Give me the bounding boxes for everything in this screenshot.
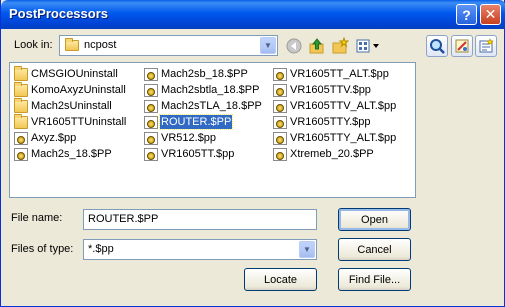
folder-item[interactable]: CMSGIOUninstall xyxy=(14,65,127,82)
file-item[interactable]: ROUTER.$PP xyxy=(144,114,263,130)
item-label: VR1605TTV_ALT.$pp xyxy=(290,100,397,112)
postprocessor-file-icon xyxy=(273,131,287,145)
file-type-dropdown[interactable]: *.$pp ▼ xyxy=(83,239,317,260)
file-item[interactable]: VR1605TT.$pp xyxy=(144,146,263,162)
item-label: VR1605TTV.$pp xyxy=(290,84,371,96)
properties-icon xyxy=(455,39,469,53)
folder-icon xyxy=(14,81,28,97)
options-icon xyxy=(479,38,494,53)
postprocessor-file-icon xyxy=(273,147,287,161)
item-label: VR1605TTUninstall xyxy=(31,116,127,128)
postprocessor-file-icon xyxy=(14,147,28,161)
postprocessor-file-icon xyxy=(144,99,158,113)
item-label: Xtremeb_20.$PP xyxy=(290,148,374,160)
file-item[interactable]: VR512.$pp xyxy=(144,130,263,146)
file-item[interactable]: VR1605TTV_ALT.$pp xyxy=(273,98,397,114)
postprocessor-file-icon xyxy=(144,147,158,161)
item-label: KomoAxyzUninstall xyxy=(31,84,126,96)
file-item[interactable]: VR1605TTY.$pp xyxy=(273,114,397,130)
help-button[interactable]: ? xyxy=(456,4,477,25)
close-icon: ✕ xyxy=(484,6,497,22)
file-type-value: *.$pp xyxy=(88,243,114,255)
postprocessor-file-icon xyxy=(144,83,158,97)
file-column-1: CMSGIOUninstall KomoAxyzUninstall Mach2sUn… xyxy=(14,65,127,162)
postprocessors-dialog: PostProcessors ? ✕ Look in: ncpost ▼ CMS… xyxy=(0,0,505,307)
file-item[interactable]: Mach2sb_18.$PP xyxy=(144,66,263,82)
item-label: VR1605TTY.$pp xyxy=(290,116,371,128)
title-bar[interactable]: PostProcessors ? ✕ xyxy=(1,0,505,29)
back-arrow-icon xyxy=(286,38,302,54)
item-label: Mach2s_18.$PP xyxy=(31,148,112,160)
open-button[interactable]: Open xyxy=(338,208,411,231)
item-label: CMSGIOUninstall xyxy=(31,68,118,80)
up-folder-button[interactable] xyxy=(307,36,327,56)
up-folder-icon xyxy=(309,38,324,54)
new-folder-button[interactable] xyxy=(330,36,350,56)
find-file-button[interactable]: Find File... xyxy=(338,268,411,291)
item-label: Mach2sUninstall xyxy=(31,100,112,112)
folder-icon xyxy=(14,65,28,81)
postprocessor-file-icon xyxy=(14,131,28,145)
file-item[interactable]: Axyz.$pp xyxy=(14,130,127,146)
file-item[interactable]: VR1605TTY_ALT.$pp xyxy=(273,130,397,146)
file-item[interactable]: VR1605TT_ALT.$pp xyxy=(273,66,397,82)
file-item[interactable]: VR1605TTV.$pp xyxy=(273,82,397,98)
file-name-input[interactable]: ROUTER.$PP xyxy=(83,209,317,230)
views-icon xyxy=(356,39,379,53)
postprocessor-file-icon xyxy=(144,67,158,81)
folder-item[interactable]: KomoAxyzUninstall xyxy=(14,81,127,98)
file-name-label: File name: xyxy=(11,212,63,224)
file-column-3: VR1605TT_ALT.$pp VR1605TTV.$pp VR1605TTV_A… xyxy=(273,66,397,162)
options-button[interactable] xyxy=(475,35,497,57)
item-label: VR512.$pp xyxy=(161,132,217,144)
postprocessor-file-icon xyxy=(273,99,287,113)
look-in-dropdown[interactable]: ncpost ▼ xyxy=(59,35,278,56)
file-item[interactable]: Mach2sTLA_18.$PP xyxy=(144,98,263,114)
item-label: ROUTER.$PP xyxy=(158,114,234,130)
folder-icon xyxy=(65,38,79,51)
folder-item[interactable]: VR1605TTUninstall xyxy=(14,113,127,130)
cancel-button[interactable]: Cancel xyxy=(338,238,411,261)
chevron-down-icon[interactable]: ▼ xyxy=(299,241,315,258)
postprocessor-file-icon xyxy=(273,67,287,81)
window-title: PostProcessors xyxy=(9,6,108,21)
item-label: Mach2sbtla_18.$PP xyxy=(161,84,260,96)
item-label: VR1605TTY_ALT.$pp xyxy=(290,132,397,144)
new-folder-icon xyxy=(332,37,349,54)
search-button[interactable] xyxy=(426,35,448,57)
postprocessor-file-icon xyxy=(273,83,287,97)
help-icon: ? xyxy=(462,6,471,23)
folder-icon xyxy=(14,113,28,129)
file-item[interactable]: Mach2s_18.$PP xyxy=(14,146,127,162)
search-icon xyxy=(430,39,445,54)
close-button[interactable]: ✕ xyxy=(480,4,501,25)
file-name-value: ROUTER.$PP xyxy=(88,213,159,225)
properties-button[interactable] xyxy=(451,35,473,57)
folder-item[interactable]: Mach2sUninstall xyxy=(14,97,127,114)
item-label: Mach2sb_18.$PP xyxy=(161,68,248,80)
file-item[interactable]: Mach2sbtla_18.$PP xyxy=(144,82,263,98)
item-label: VR1605TT.$pp xyxy=(161,148,235,160)
file-item[interactable]: Xtremeb_20.$PP xyxy=(273,146,397,162)
file-list[interactable]: CMSGIOUninstall KomoAxyzUninstall Mach2sUn… xyxy=(9,62,416,198)
look-in-value: ncpost xyxy=(84,39,117,51)
item-label: VR1605TT_ALT.$pp xyxy=(290,68,389,80)
folder-icon xyxy=(14,97,28,113)
locate-button[interactable]: Locate xyxy=(244,268,317,291)
chevron-down-icon[interactable]: ▼ xyxy=(260,37,276,54)
views-menu-button[interactable] xyxy=(354,36,382,56)
file-column-2: Mach2sb_18.$PP Mach2sbtla_18.$PP Mach2sTLA… xyxy=(144,66,263,162)
file-type-label: Files of type: xyxy=(11,243,74,255)
back-button[interactable] xyxy=(284,36,304,56)
postprocessor-file-icon xyxy=(144,115,158,129)
postprocessor-file-icon xyxy=(273,115,287,129)
item-label: Axyz.$pp xyxy=(31,132,77,144)
look-in-label: Look in: xyxy=(14,39,53,51)
postprocessor-file-icon xyxy=(144,131,158,145)
item-label: Mach2sTLA_18.$PP xyxy=(161,100,262,112)
